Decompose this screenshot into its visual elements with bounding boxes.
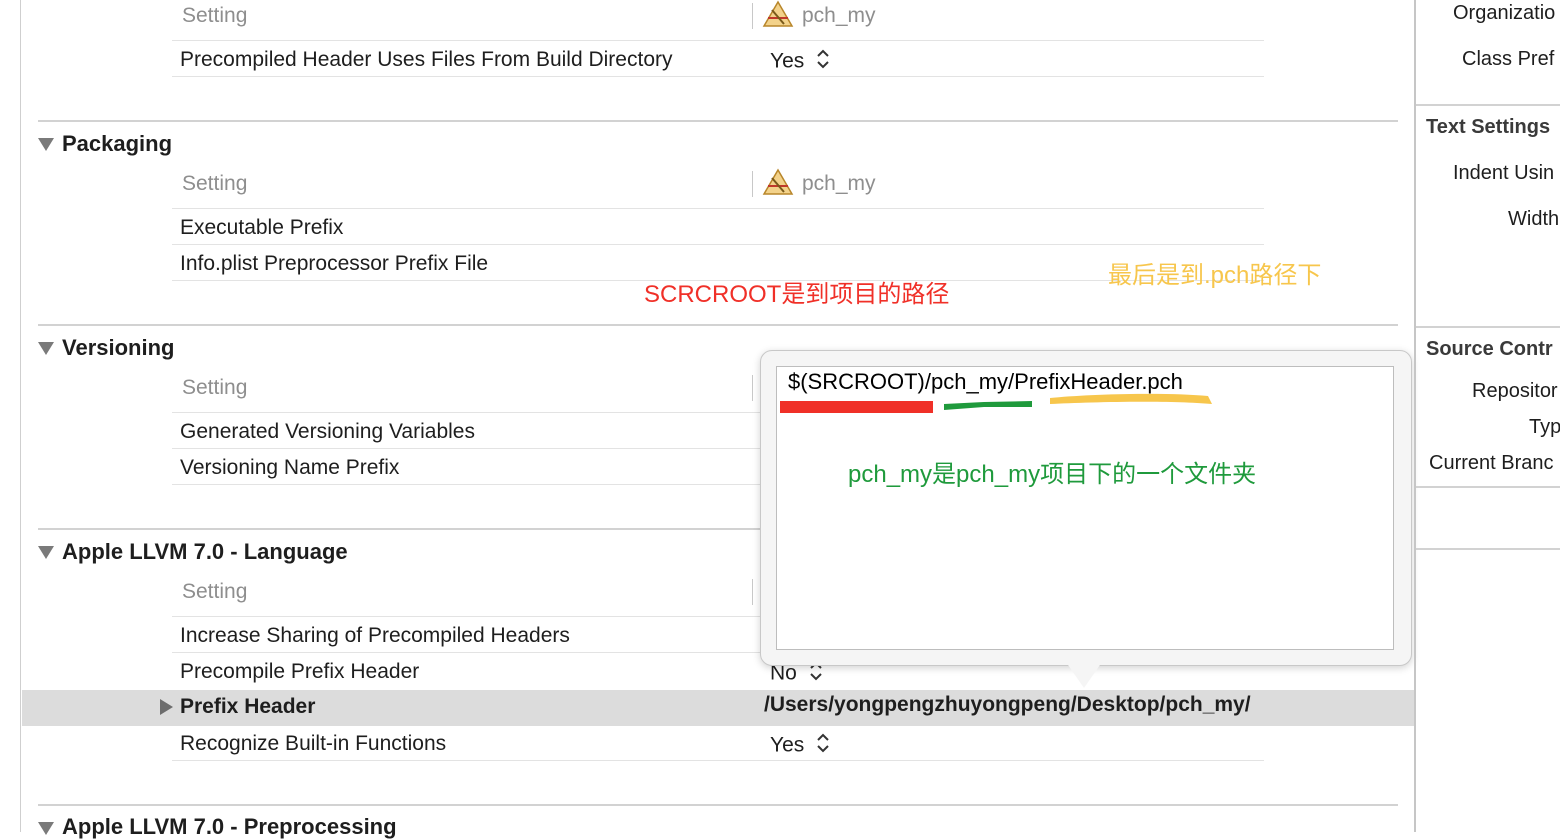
panel-separator: [1416, 548, 1560, 550]
row-divider: [172, 244, 1264, 245]
setting-row-label-selected[interactable]: Prefix Header: [180, 695, 315, 719]
section-separator: [38, 120, 1398, 122]
yellow-underline-mark: [1048, 390, 1216, 408]
prefix-header-value[interactable]: /Users/yongpengzhuyongpeng/Desktop/pch_m…: [764, 693, 1251, 717]
right-panel-border: [1414, 0, 1416, 832]
section-title-llvm-language[interactable]: Apple LLVM 7.0 - Language: [62, 539, 348, 565]
setting-column-header: Setting: [182, 4, 248, 27]
row-divider: [172, 760, 1264, 761]
popover-arrow: [1066, 662, 1102, 688]
disclosure-down-icon[interactable]: [38, 138, 54, 151]
setting-row-value[interactable]: Yes: [770, 732, 830, 760]
disclosure-down-icon[interactable]: [38, 546, 54, 559]
current-branch-label: Current Branc: [1429, 452, 1554, 474]
green-underline-mark: [944, 397, 1032, 411]
column-separator: [752, 171, 753, 197]
row-divider: [172, 208, 1264, 209]
disclosure-down-icon[interactable]: [38, 822, 54, 835]
text-settings-title: Text Settings: [1426, 116, 1551, 138]
repository-label: Repositor: [1472, 380, 1558, 402]
indent-using-label: Indent Usin: [1453, 162, 1555, 184]
red-underline-mark: [780, 401, 933, 413]
panel-separator: [1416, 104, 1560, 106]
panel-separator: [1416, 326, 1560, 328]
stepper-icon[interactable]: [816, 732, 830, 760]
annotation-last: 最后是到.pch路径下: [1108, 262, 1322, 289]
setting-row-label[interactable]: Precompile Prefix Header: [180, 660, 419, 684]
column-separator: [752, 3, 753, 29]
source-control-title: Source Contr: [1426, 338, 1553, 360]
target-app-icon: [762, 168, 794, 196]
panel-separator: [1416, 486, 1560, 488]
annotation-srcroot: SCRCROOT是到项目的路径: [644, 281, 950, 308]
setting-row-label[interactable]: Versioning Name Prefix: [180, 456, 399, 480]
class-prefix-label: Class Pref: [1462, 48, 1555, 70]
value-text: Yes: [770, 49, 805, 73]
setting-row-label[interactable]: Precompiled Header Uses Files From Build…: [180, 48, 673, 72]
widths-label: Width: [1508, 208, 1560, 230]
target-name: pch_my: [802, 172, 876, 195]
setting-row-label[interactable]: Recognize Built-in Functions: [180, 732, 446, 756]
target-name: pch_my: [802, 4, 876, 27]
column-separator: [752, 579, 753, 605]
setting-row-label[interactable]: Executable Prefix: [180, 216, 343, 240]
row-divider: [172, 40, 1264, 41]
section-separator: [38, 324, 1398, 326]
setting-row-label[interactable]: Info.plist Preprocessor Prefix File: [180, 252, 488, 276]
target-app-icon: [762, 0, 794, 28]
setting-column-header: Setting: [182, 580, 248, 603]
section-title-packaging[interactable]: Packaging: [62, 131, 172, 157]
setting-row-value[interactable]: Yes: [770, 48, 830, 76]
setting-row-label[interactable]: Generated Versioning Variables: [180, 420, 475, 444]
disclosure-down-icon[interactable]: [38, 342, 54, 355]
disclosure-right-icon[interactable]: [160, 699, 173, 715]
row-divider: [172, 76, 1264, 77]
section-title-llvm-preprocessing[interactable]: Apple LLVM 7.0 - Preprocessing: [62, 814, 397, 840]
section-title-versioning[interactable]: Versioning: [62, 335, 174, 361]
left-border: [20, 0, 21, 832]
column-separator: [752, 375, 753, 401]
type-label: Typ: [1529, 416, 1560, 438]
setting-row-label[interactable]: Increase Sharing of Precompiled Headers: [180, 624, 570, 648]
setting-column-header: Setting: [182, 172, 248, 195]
section-separator: [38, 804, 1398, 806]
stepper-icon[interactable]: [816, 48, 830, 76]
organization-label: Organizatio: [1453, 2, 1556, 24]
annotation-folder: pch_my是pch_my项目下的一个文件夹: [848, 461, 1257, 488]
value-text: Yes: [770, 733, 805, 757]
setting-column-header: Setting: [182, 376, 248, 399]
